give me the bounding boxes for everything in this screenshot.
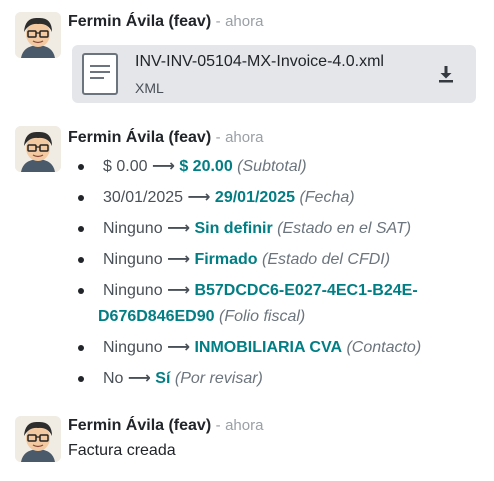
message-body: Factura creada [68, 442, 176, 459]
new-value-continued: D676D846ED90 [98, 308, 215, 325]
message-header: Fermin Ávila (feav) - ahora [68, 12, 263, 32]
old-value: Ninguno [103, 339, 163, 356]
message-header: Fermin Ávila (feav) - ahora [68, 416, 263, 436]
new-value: Sí [155, 370, 171, 387]
new-value: B57DCDC6-E027-4EC1-B24E- [194, 282, 418, 299]
timestamp: ahora [225, 129, 264, 146]
attachment-name[interactable]: INV-INV-05104-MX-Invoice-4.0.xml [135, 53, 384, 71]
chatter-message: Fermin Ávila (feav) - ahora $ 0.00 ⟶ $ 2… [0, 126, 494, 396]
author-name[interactable]: Fermin Ávila (feav) [68, 13, 211, 30]
bullet-icon [78, 195, 84, 201]
message-header: Fermin Ávila (feav) - ahora [68, 128, 263, 148]
avatar-image [15, 12, 61, 58]
field-name: (Estado en el SAT) [277, 220, 412, 237]
old-value: Ninguno [103, 220, 163, 237]
old-value: No [103, 370, 124, 387]
avatar[interactable] [15, 416, 61, 462]
download-icon[interactable] [436, 64, 456, 84]
avatar[interactable] [15, 126, 61, 172]
field-name: (Estado del CFDI) [262, 251, 391, 268]
chatter-message: Fermin Ávila (feav) - ahora INV-INV-0510… [0, 0, 494, 110]
bullet-icon [78, 164, 84, 170]
author-name[interactable]: Fermin Ávila (feav) [68, 417, 211, 434]
header-separator: - [215, 129, 221, 146]
bullet-icon [78, 288, 84, 294]
avatar-image [15, 126, 61, 172]
new-value: Firmado [194, 251, 258, 268]
arrow-icon: ⟶ [151, 158, 175, 175]
timestamp: ahora [225, 13, 264, 30]
bullet-icon [78, 376, 84, 382]
bullet-icon [78, 345, 84, 351]
field-name: (Contacto) [346, 339, 422, 356]
new-value: $ 20.00 [179, 158, 233, 175]
old-value: Ninguno [103, 282, 163, 299]
header-separator: - [215, 417, 221, 434]
arrow-icon: ⟶ [167, 339, 190, 356]
timestamp: ahora [225, 417, 264, 434]
arrow-icon: ⟶ [187, 189, 211, 206]
new-value: Sin definir [194, 220, 273, 237]
avatar[interactable] [15, 12, 61, 58]
author-name[interactable]: Fermin Ávila (feav) [68, 129, 211, 146]
arrow-icon: ⟶ [167, 220, 190, 237]
arrow-icon: ⟶ [167, 282, 190, 299]
old-value: Ninguno [103, 251, 163, 268]
file-icon [82, 53, 118, 95]
header-separator: - [215, 13, 221, 30]
old-value: $ 0.00 [103, 158, 148, 175]
field-name: (Por revisar) [174, 370, 263, 387]
attachment-card[interactable]: INV-INV-05104-MX-Invoice-4.0.xml XML [72, 45, 476, 103]
bullet-icon [78, 257, 84, 263]
arrow-icon: ⟶ [167, 251, 190, 268]
field-name: (Fecha) [299, 189, 355, 206]
field-name: (Folio fiscal) [218, 308, 306, 325]
new-value: INMOBILIARIA CVA [194, 339, 342, 356]
old-value: 30/01/2025 [103, 189, 184, 206]
bullet-icon [78, 226, 84, 232]
avatar-image [15, 416, 61, 462]
new-value: 29/01/2025 [214, 189, 295, 206]
attachment-type: XML [135, 80, 164, 96]
arrow-icon: ⟶ [127, 370, 151, 387]
field-name: (Subtotal) [237, 158, 307, 175]
chatter-message: Fermin Ávila (feav) - ahora Factura crea… [0, 414, 494, 474]
